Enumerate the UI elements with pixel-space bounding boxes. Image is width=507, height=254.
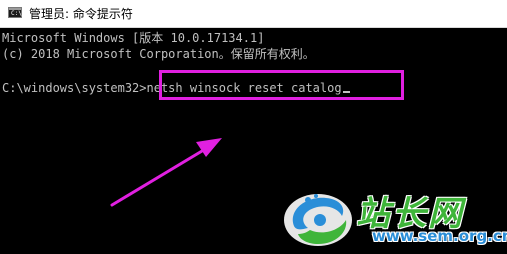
cmd-window: C:\ 管理员: 命令提示符 Microsoft Windows [版本 10.… (0, 0, 507, 254)
sem-logo-icon (284, 194, 352, 246)
arrow-head (196, 138, 222, 157)
watermark: 站长网 www.sem.org.cn (270, 180, 507, 254)
arrow-shaft (110, 146, 209, 207)
watermark-url: www.sem.org.cn (372, 227, 507, 245)
